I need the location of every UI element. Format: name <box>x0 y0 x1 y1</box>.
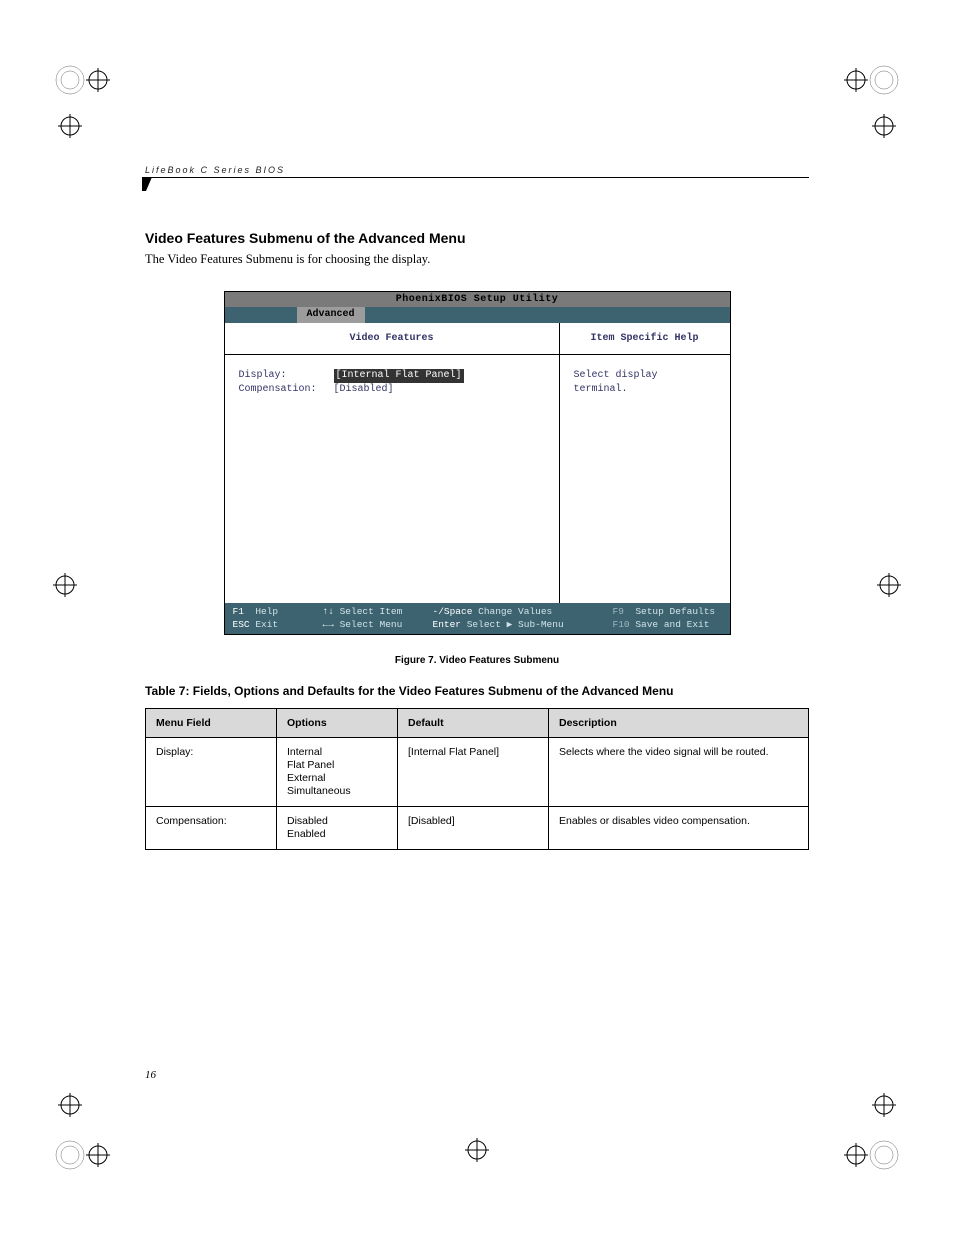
cell-menu-field: Compensation: <box>146 807 277 850</box>
bios-key-space: -/Space <box>433 606 473 617</box>
bios-footer: F1 Help ↑↓ Select Item -/Space Change Va… <box>225 603 730 634</box>
page-number: 16 <box>145 1069 156 1081</box>
table-row: Compensation: Disabled Enabled [Disabled… <box>146 807 809 850</box>
section-title: Video Features Submenu of the Advanced M… <box>145 230 809 246</box>
bios-left-header: Video Features <box>225 323 559 355</box>
header-tab-marker <box>142 177 152 191</box>
table-row: Display: Internal Flat Panel External Si… <box>146 738 809 807</box>
cell-menu-field: Display: <box>146 738 277 807</box>
th-menu-field: Menu Field <box>146 709 277 738</box>
th-description: Description <box>549 709 809 738</box>
bios-right-header: Item Specific Help <box>560 323 730 355</box>
registration-mark <box>874 570 904 600</box>
bios-screenshot: PhoenixBIOS Setup Utility Advanced Video… <box>224 291 731 635</box>
registration-mark <box>462 1135 492 1165</box>
bios-tab-bar: Advanced <box>225 307 730 323</box>
table-caption: Table 7: Fields, Options and Defaults fo… <box>145 684 809 698</box>
cell-description: Selects where the video signal will be r… <box>549 738 809 807</box>
bios-field-display-label: Display: <box>239 369 334 383</box>
cell-options: Disabled Enabled <box>277 807 398 850</box>
running-header: LifeBook C Series BIOS <box>145 165 809 178</box>
bios-key-enter: Enter <box>433 619 462 630</box>
registration-mark <box>50 570 80 600</box>
th-options: Options <box>277 709 398 738</box>
bios-key-leftright: ←→ <box>323 619 334 630</box>
figure-caption: Figure 7. Video Features Submenu <box>145 655 809 666</box>
bios-tab-advanced[interactable]: Advanced <box>297 307 365 323</box>
bios-field-compensation-label: Compensation: <box>239 383 334 397</box>
section-intro: The Video Features Submenu is for choosi… <box>145 252 809 267</box>
registration-mark <box>50 60 110 150</box>
bios-title: PhoenixBIOS Setup Utility <box>225 292 730 307</box>
bios-field-display-value[interactable]: [Internal Flat Panel] <box>334 369 464 383</box>
options-table: Menu Field Options Default Description D… <box>145 708 809 850</box>
bios-help-text: Select display terminal. <box>560 355 730 603</box>
bios-field-compensation-value[interactable]: [Disabled] <box>334 383 394 397</box>
cell-description: Enables or disables video compensation. <box>549 807 809 850</box>
bios-key-updown: ↑↓ <box>323 606 334 617</box>
registration-mark <box>50 1085 110 1175</box>
cell-default: [Internal Flat Panel] <box>398 738 549 807</box>
bios-key-f10: F10 <box>613 619 630 630</box>
cell-default: [Disabled] <box>398 807 549 850</box>
registration-mark <box>844 1085 904 1175</box>
th-default: Default <box>398 709 549 738</box>
registration-mark <box>844 60 904 150</box>
bios-key-esc: ESC <box>233 619 250 630</box>
bios-key-f1: F1 <box>233 606 244 617</box>
cell-options: Internal Flat Panel External Simultaneou… <box>277 738 398 807</box>
bios-key-f9: F9 <box>613 606 624 617</box>
